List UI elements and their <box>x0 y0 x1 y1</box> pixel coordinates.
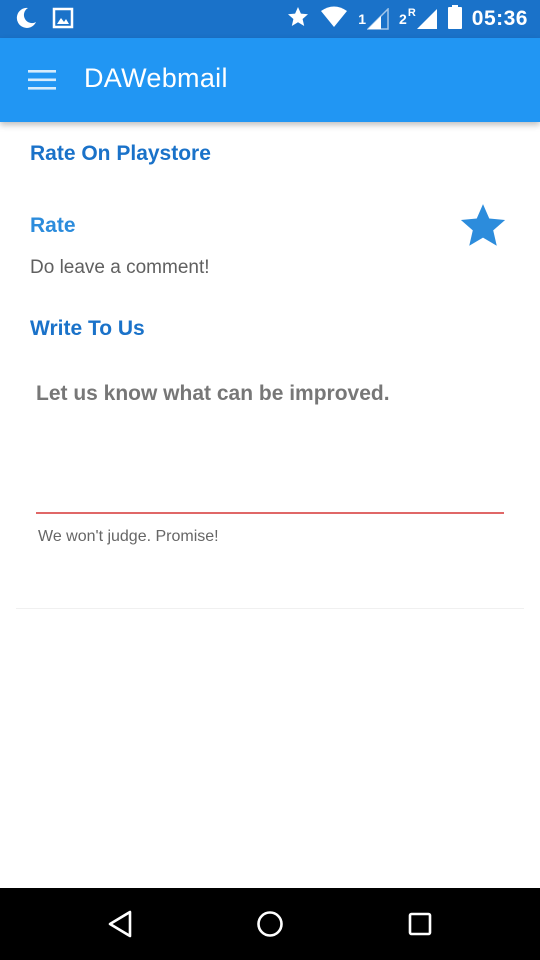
write-section-header: Write To Us <box>30 317 145 340</box>
rate-star-icon[interactable] <box>458 203 508 249</box>
rate-subtitle: Do leave a comment! <box>30 257 210 278</box>
screen: 1 2 R 05:36 DAWebmail Rate On Playstore … <box>0 0 540 960</box>
wifi-icon <box>320 6 348 33</box>
status-time: 05:36 <box>471 7 528 30</box>
signal-sim1-icon: 1 <box>358 8 389 30</box>
battery-icon <box>447 4 462 34</box>
home-icon[interactable] <box>248 902 292 946</box>
app-title: DAWebmail <box>84 63 228 93</box>
feedback-input[interactable] <box>36 380 504 514</box>
star-icon <box>286 5 310 34</box>
status-bar: 1 2 R 05:36 <box>0 0 540 38</box>
sim1-label: 1 <box>358 11 367 27</box>
moon-icon <box>14 6 38 35</box>
helper-text: We won't judge. Promise! <box>38 528 219 545</box>
rate-title[interactable]: Rate <box>30 214 76 238</box>
hamburger-menu-icon[interactable] <box>20 60 64 100</box>
recents-icon[interactable] <box>398 902 442 946</box>
back-icon[interactable] <box>98 902 142 946</box>
notification-icons <box>14 6 74 35</box>
app-bar: DAWebmail <box>0 38 540 122</box>
sim2-label: 2 <box>399 11 407 27</box>
signal-sim2-icon: 2 R <box>399 7 438 30</box>
roaming-label: R <box>407 7 416 19</box>
divider <box>16 608 524 609</box>
rate-section-header: Rate On Playstore <box>30 142 211 165</box>
image-notification-icon <box>52 7 74 34</box>
system-status-icons: 1 2 R 05:36 <box>286 0 528 38</box>
navigation-bar <box>0 888 540 960</box>
